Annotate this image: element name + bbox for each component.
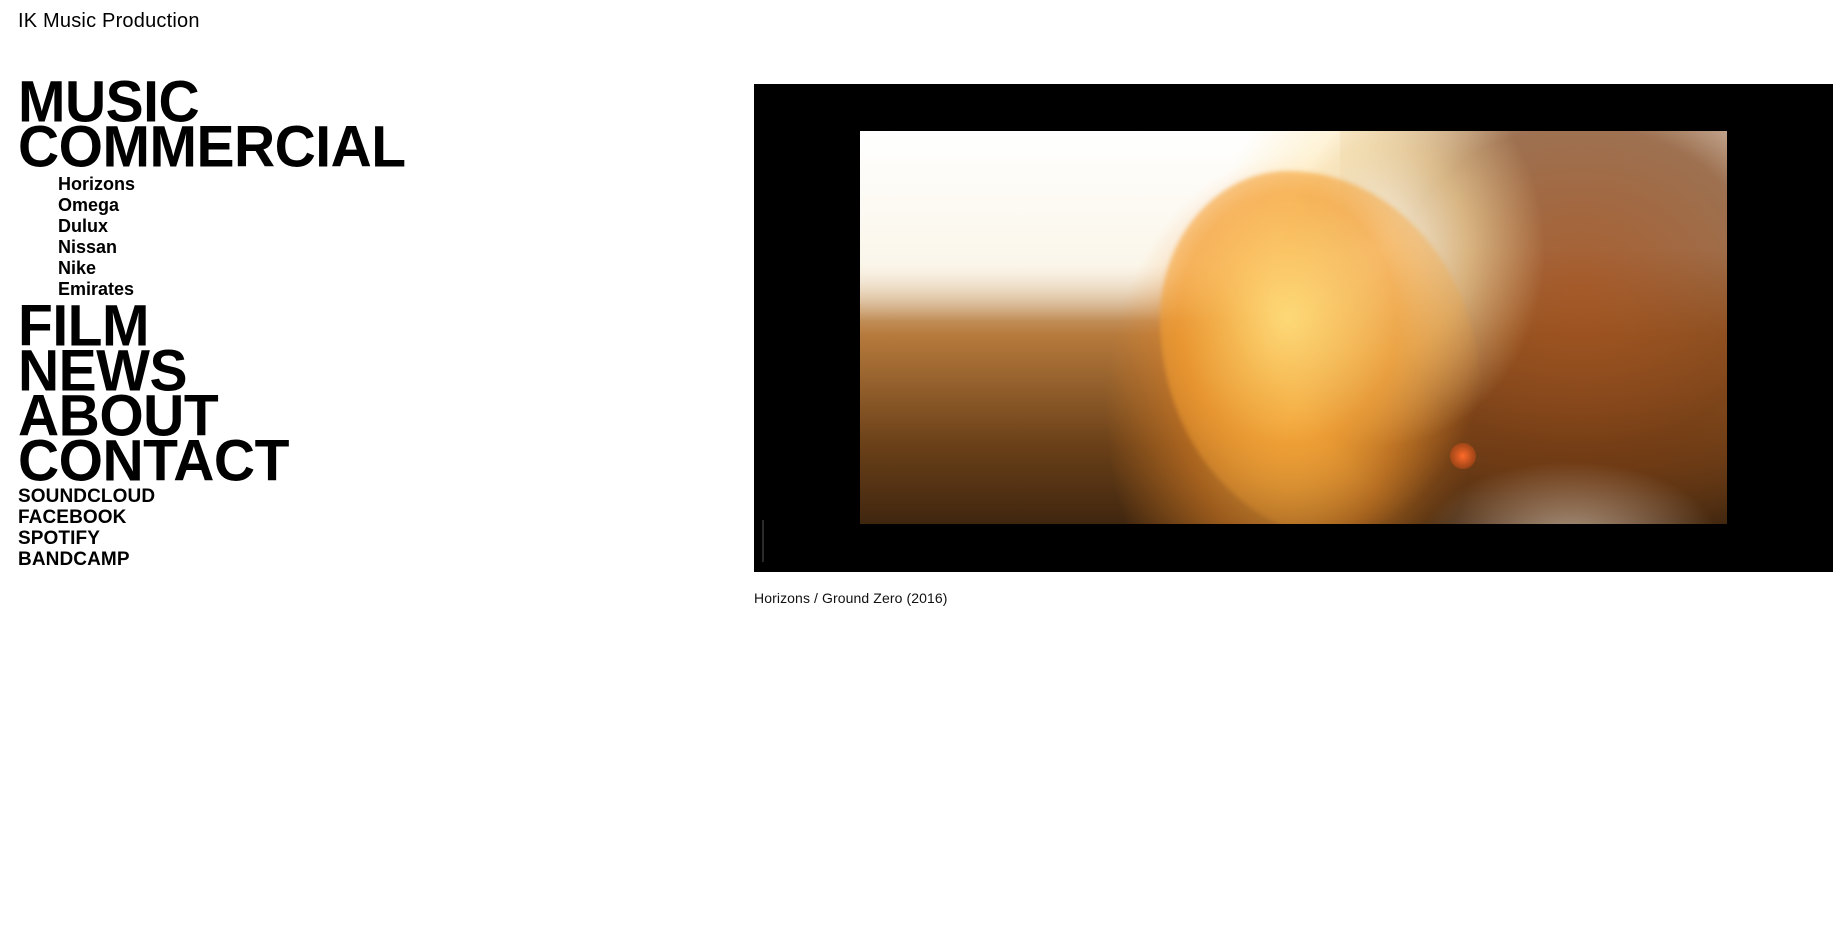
video-still-shoulder bbox=[1420, 461, 1720, 524]
nav-commercial[interactable]: COMMERCIAL bbox=[18, 118, 406, 176]
subnav-item-nike[interactable]: Nike bbox=[58, 258, 406, 279]
subnav-item-dulux[interactable]: Dulux bbox=[58, 216, 406, 237]
social-link-spotify[interactable]: SPOTIFY bbox=[18, 528, 406, 549]
video-thumbnail[interactable] bbox=[860, 131, 1727, 524]
main-navigation: MUSIC COMMERCIAL Horizons Omega Dulux Ni… bbox=[18, 73, 406, 570]
video-progress-indicator[interactable] bbox=[762, 520, 764, 562]
video-still-flare bbox=[1450, 443, 1476, 469]
nav-contact[interactable]: CONTACT bbox=[18, 432, 406, 490]
video-player[interactable] bbox=[754, 84, 1833, 572]
social-link-bandcamp[interactable]: BANDCAMP bbox=[18, 549, 406, 570]
subnav-item-nissan[interactable]: Nissan bbox=[58, 237, 406, 258]
social-links: SOUNDCLOUD FACEBOOK SPOTIFY BANDCAMP bbox=[18, 486, 406, 570]
commercial-submenu: Horizons Omega Dulux Nissan Nike Emirate… bbox=[58, 174, 406, 300]
site-title-link[interactable]: IK Music Production bbox=[18, 10, 200, 33]
subnav-item-omega[interactable]: Omega bbox=[58, 195, 406, 216]
social-link-facebook[interactable]: FACEBOOK bbox=[18, 507, 406, 528]
video-caption: Horizons / Ground Zero (2016) bbox=[754, 590, 948, 606]
